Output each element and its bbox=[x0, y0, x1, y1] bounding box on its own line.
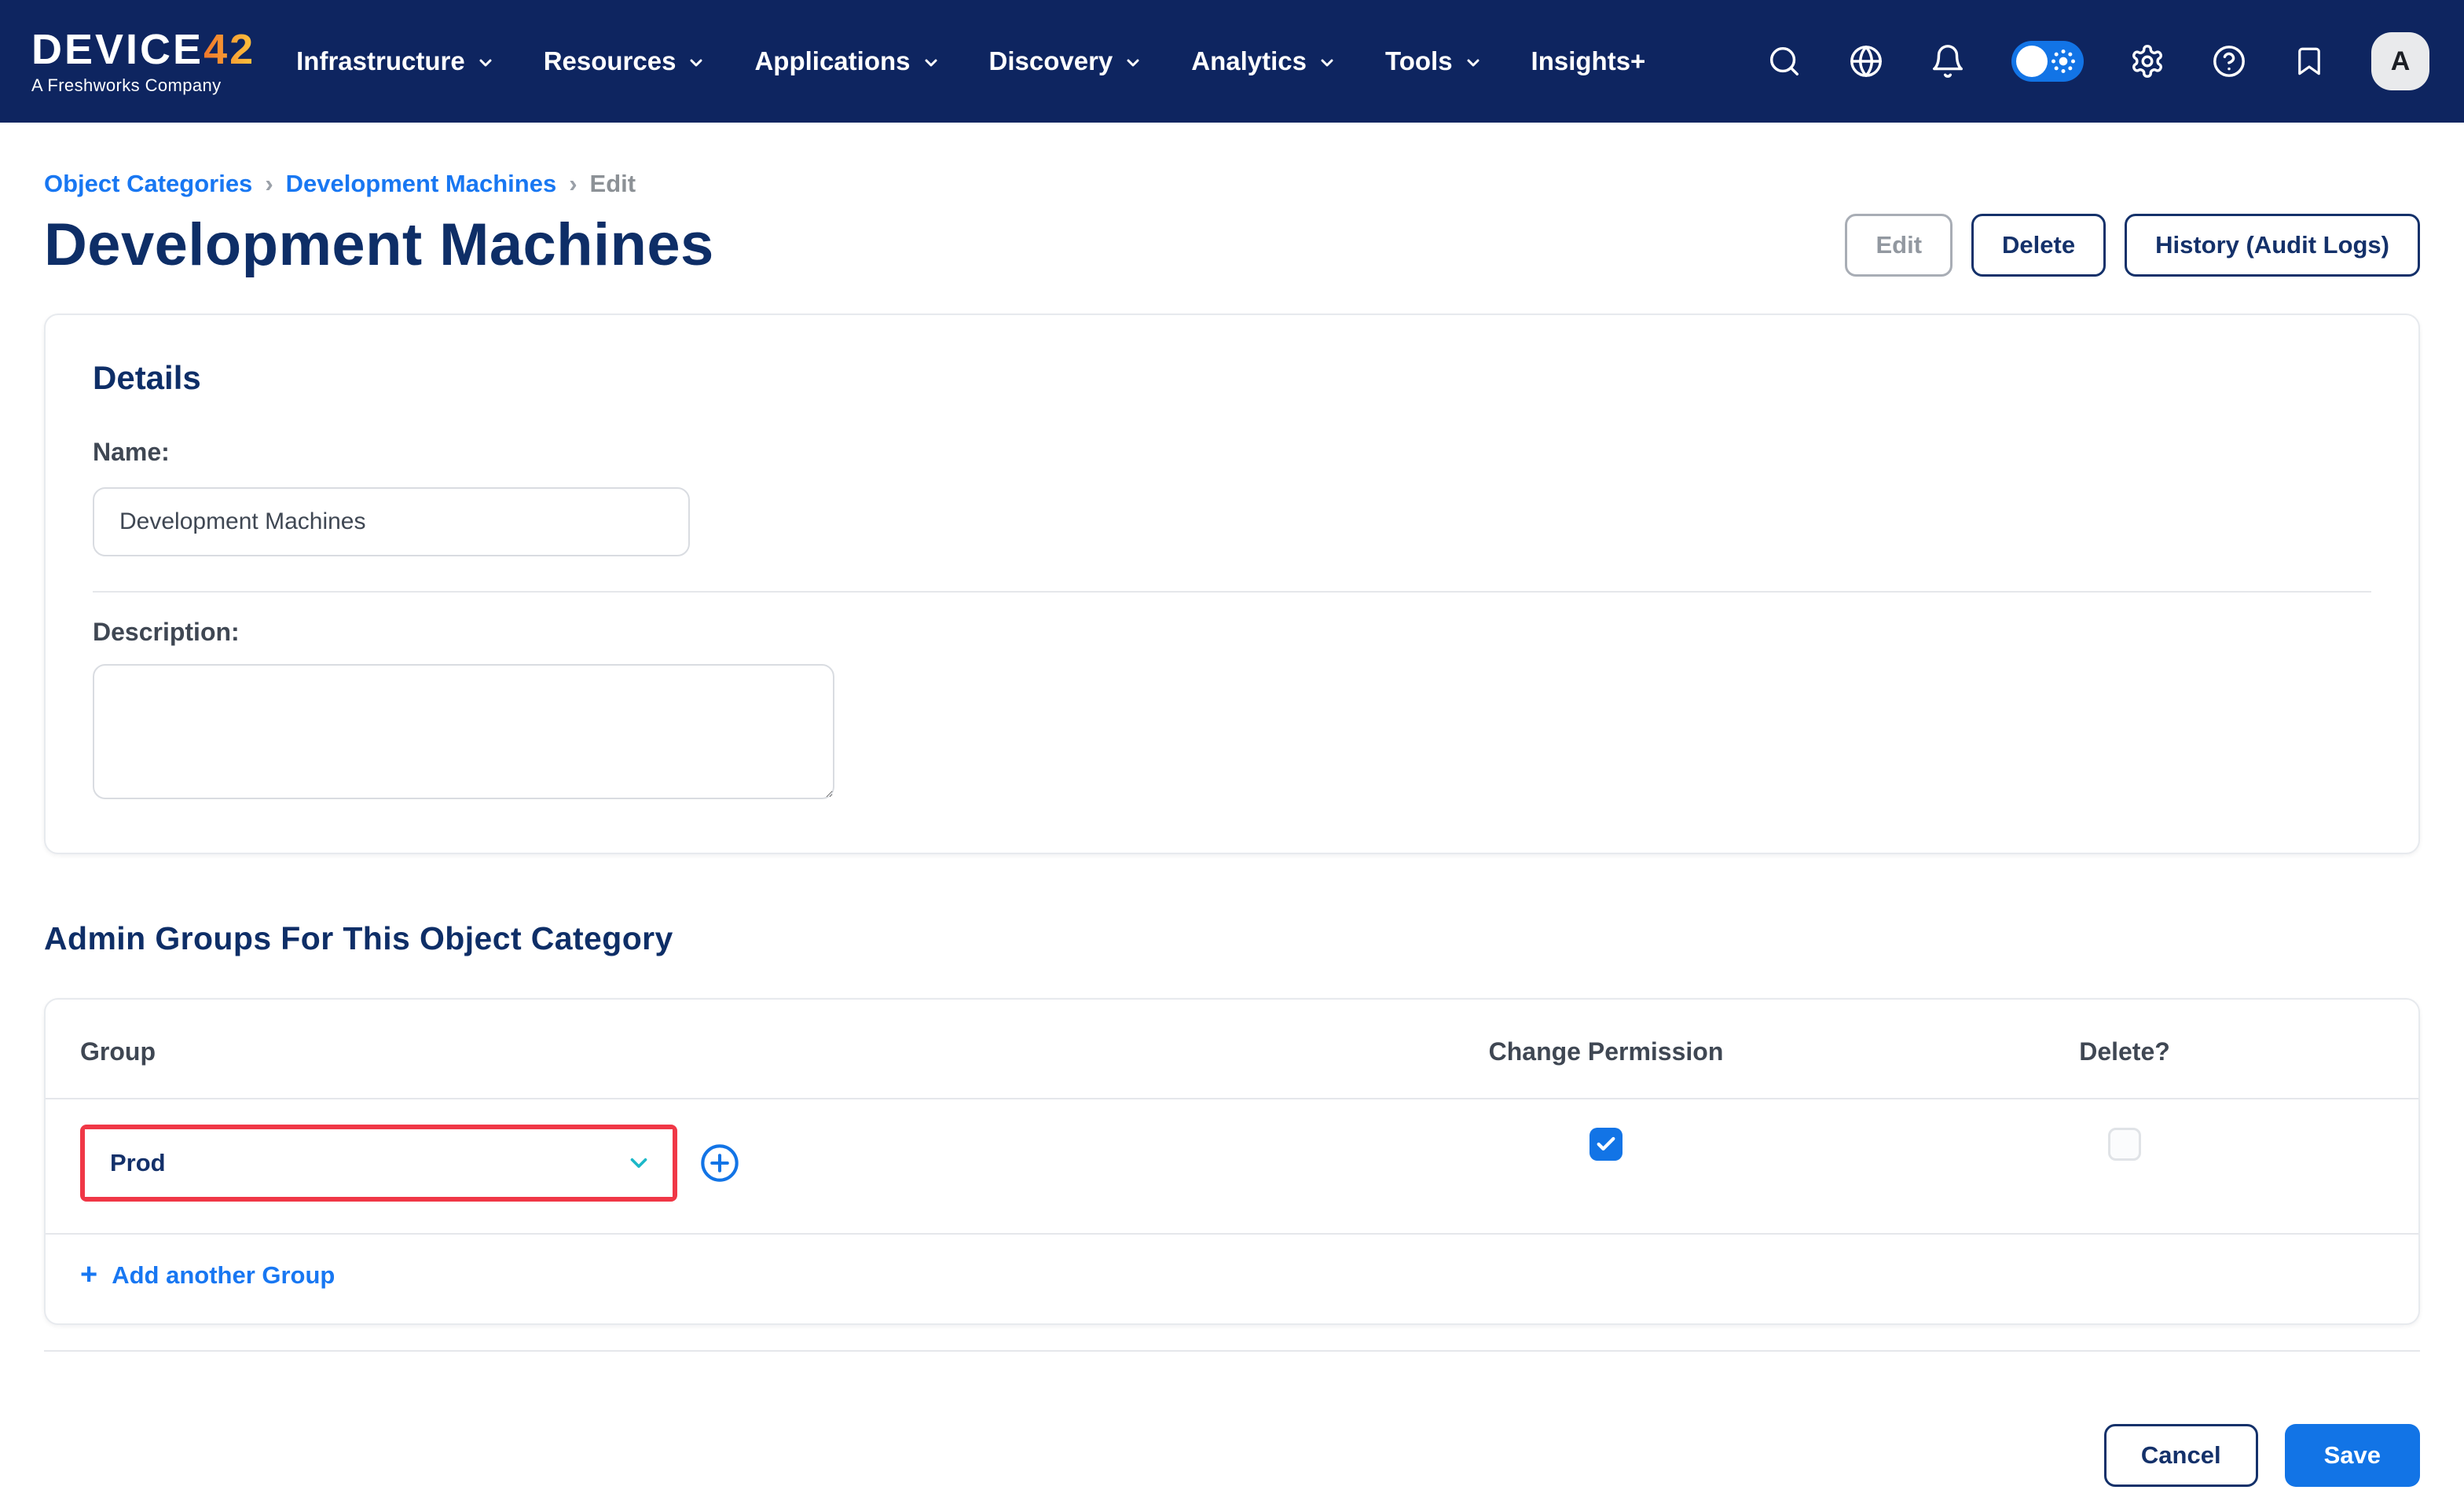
name-label: Name: bbox=[93, 438, 170, 466]
details-heading: Details bbox=[93, 359, 201, 396]
chevron-down-icon bbox=[690, 59, 702, 67]
change-permission-cell bbox=[1347, 1125, 1865, 1161]
plus-icon: + bbox=[80, 1258, 98, 1291]
add-row: + Add another Group bbox=[46, 1235, 2418, 1323]
search-icon[interactable] bbox=[1766, 43, 1802, 79]
delete-button[interactable]: Delete bbox=[1971, 213, 2106, 277]
page-title: Development Machines bbox=[44, 211, 714, 278]
checkmark-icon bbox=[1597, 1136, 1615, 1151]
page-header: Development Machines Edit Delete History… bbox=[44, 211, 2420, 279]
menu-item-tools[interactable]: Tools bbox=[1385, 46, 1483, 76]
table-row: Prod bbox=[46, 1099, 2418, 1233]
group-select[interactable]: Prod bbox=[85, 1129, 673, 1197]
group-select-value: Prod bbox=[110, 1149, 166, 1176]
bookmark-icon[interactable] bbox=[2293, 45, 2326, 78]
chevron-down-icon bbox=[1321, 59, 1333, 67]
app-root: DEVICE42 A Freshworks Company Infrastruc… bbox=[0, 0, 2464, 1512]
breadcrumb: Object Categories › Development Machines… bbox=[44, 170, 2420, 198]
toggle-knob bbox=[2016, 46, 2048, 77]
column-header-group: Group bbox=[80, 1037, 156, 1066]
description-textarea[interactable] bbox=[93, 664, 834, 799]
change-permission-checkbox[interactable] bbox=[1590, 1128, 1622, 1161]
details-card: Details Name: Description: bbox=[44, 314, 2420, 854]
group-select-highlight: Prod bbox=[80, 1125, 677, 1202]
column-header-delete: Delete? bbox=[2079, 1037, 2170, 1066]
name-input[interactable] bbox=[93, 487, 690, 556]
cancel-button[interactable]: Cancel bbox=[2103, 1424, 2258, 1487]
main-content: Object Categories › Development Machines… bbox=[0, 170, 2464, 1512]
menu-item-insights-plus[interactable]: Insights+ bbox=[1531, 46, 1646, 76]
table-header-row: Group Change Permission Delete? bbox=[46, 1000, 2418, 1098]
history-audit-logs-button[interactable]: History (Audit Logs) bbox=[2125, 213, 2420, 277]
device42-logo[interactable]: DEVICE42 A Freshworks Company bbox=[31, 28, 255, 94]
theme-toggle[interactable] bbox=[2011, 41, 2084, 82]
chevron-down-icon bbox=[630, 1158, 647, 1169]
nav-utility-icons: A bbox=[1766, 32, 2429, 90]
add-another-group-link[interactable]: + Add another Group bbox=[80, 1258, 336, 1291]
avatar[interactable]: A bbox=[2371, 32, 2429, 90]
main-menu: Infrastructure Resources Applications Di… bbox=[296, 46, 1645, 76]
logo-accent-42: 42 bbox=[204, 26, 256, 73]
column-header-change-permission: Change Permission bbox=[1488, 1037, 1724, 1066]
breadcrumb-development-machines[interactable]: Development Machines bbox=[286, 170, 557, 198]
page-divider bbox=[44, 1350, 2420, 1352]
breadcrumb-separator: › bbox=[265, 170, 273, 197]
page-actions: Edit Delete History (Audit Logs) bbox=[1845, 213, 2420, 277]
top-nav-bar: DEVICE42 A Freshworks Company Infrastruc… bbox=[0, 0, 2464, 123]
gear-icon[interactable] bbox=[2129, 43, 2165, 79]
breadcrumb-object-categories[interactable]: Object Categories bbox=[44, 170, 252, 198]
admin-groups-table: Group Change Permission Delete? Prod + A… bbox=[44, 998, 2420, 1325]
group-cell: Prod bbox=[80, 1125, 1347, 1202]
add-another-group-label: Add another Group bbox=[112, 1261, 336, 1289]
add-group-button[interactable] bbox=[699, 1143, 740, 1184]
chevron-down-icon bbox=[479, 59, 492, 67]
help-icon[interactable] bbox=[2211, 43, 2247, 79]
menu-item-applications[interactable]: Applications bbox=[754, 46, 940, 76]
chevron-down-icon bbox=[1467, 59, 1480, 67]
menu-item-resources[interactable]: Resources bbox=[544, 46, 706, 76]
breadcrumb-separator: › bbox=[569, 170, 578, 197]
save-button[interactable]: Save bbox=[2284, 1424, 2420, 1487]
menu-item-analytics[interactable]: Analytics bbox=[1191, 46, 1336, 76]
edit-button[interactable]: Edit bbox=[1845, 213, 1953, 277]
globe-icon[interactable] bbox=[1848, 43, 1884, 79]
admin-groups-heading: Admin Groups For This Object Category bbox=[44, 920, 673, 956]
plus-circle-icon bbox=[701, 1144, 739, 1182]
footer-actions: Cancel Save bbox=[44, 1424, 2420, 1512]
chevron-down-icon bbox=[925, 59, 937, 67]
logo-tagline: A Freshworks Company bbox=[31, 75, 222, 95]
bell-icon[interactable] bbox=[1930, 43, 1966, 79]
breadcrumb-current-edit: Edit bbox=[589, 170, 636, 197]
details-divider bbox=[93, 591, 2371, 593]
menu-item-discovery[interactable]: Discovery bbox=[989, 46, 1143, 76]
menu-item-infrastructure[interactable]: Infrastructure bbox=[296, 46, 495, 76]
chevron-down-icon bbox=[1127, 59, 1139, 67]
delete-checkbox[interactable] bbox=[2108, 1128, 2141, 1161]
description-label: Description: bbox=[93, 618, 240, 646]
delete-cell bbox=[1865, 1125, 2384, 1161]
logo-wordmark: DEVICE42 bbox=[31, 26, 256, 73]
sun-icon bbox=[2052, 50, 2075, 73]
